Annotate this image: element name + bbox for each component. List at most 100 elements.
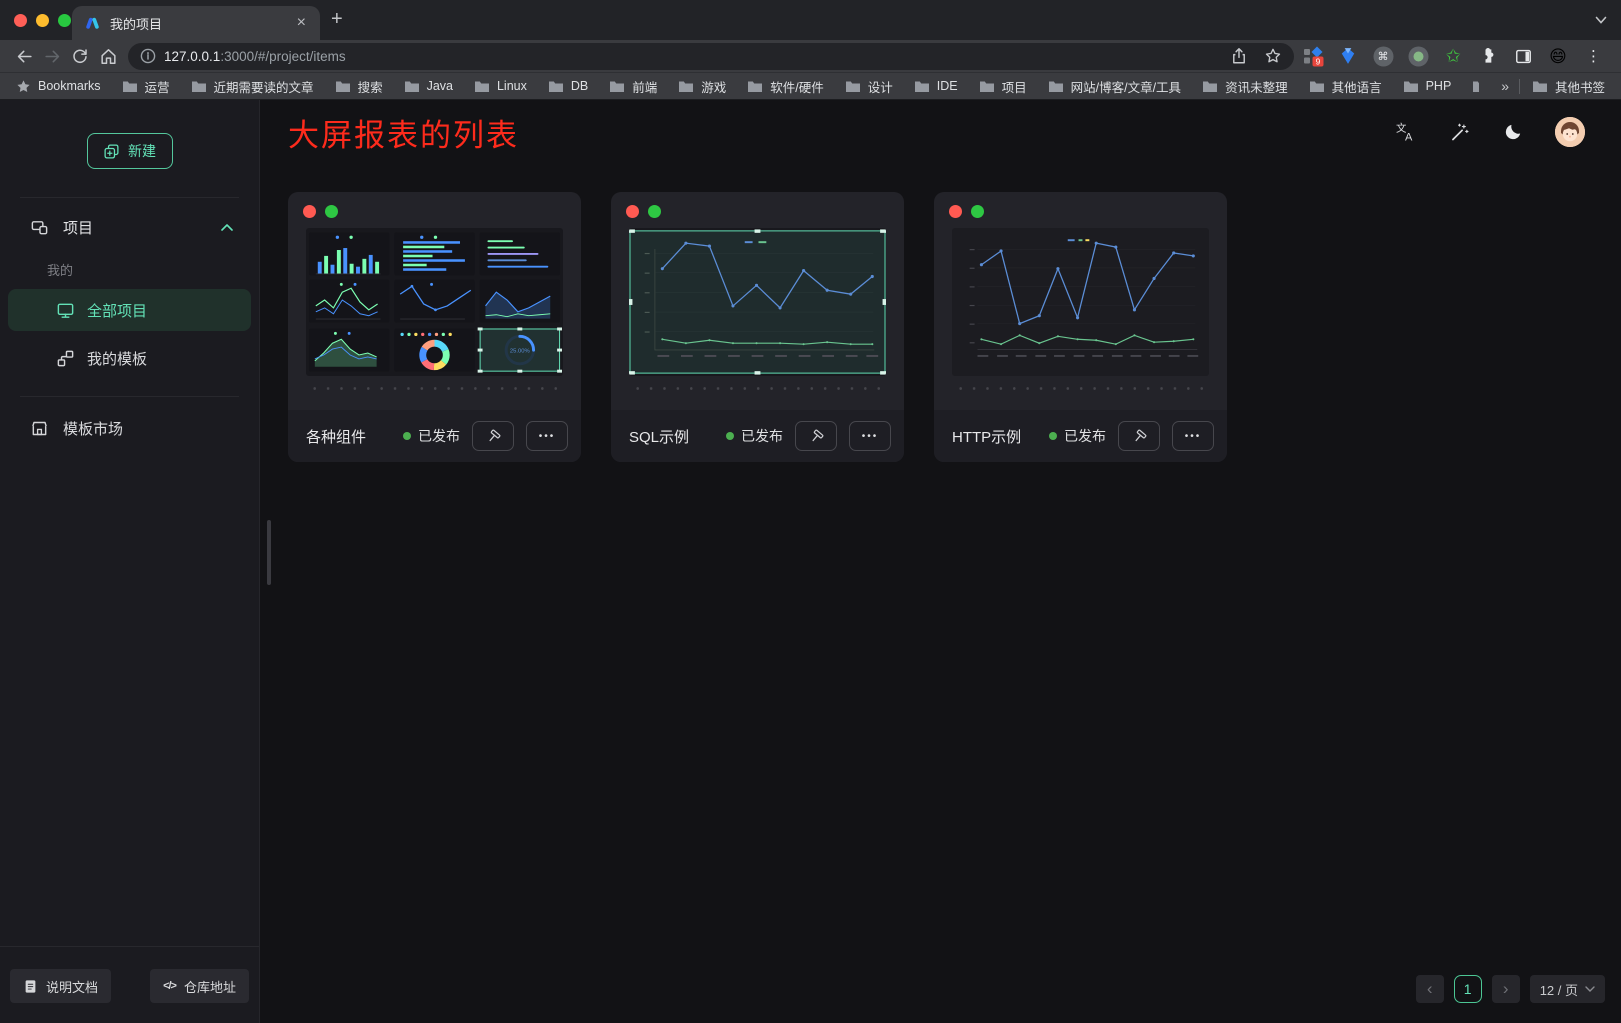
bookmark-folder[interactable]: IDE xyxy=(914,79,958,93)
project-preview-thumbnail[interactable] xyxy=(629,228,886,376)
folder-icon xyxy=(1309,80,1325,93)
folder-icon xyxy=(1472,80,1479,93)
prev-page-button[interactable]: ‹ xyxy=(1416,975,1444,1003)
edit-project-button[interactable] xyxy=(1118,421,1160,451)
more-actions-button[interactable]: ••• xyxy=(526,421,568,451)
more-actions-button[interactable]: ••• xyxy=(1172,421,1214,451)
docs-button[interactable]: 说明文档 xyxy=(10,969,111,1003)
bookmark-label: 项目 xyxy=(1002,77,1027,96)
bookmark-label: 网站/博客/文章/工具 xyxy=(1071,77,1181,96)
dark-mode-moon-button[interactable] xyxy=(1501,120,1525,144)
extension-record-icon[interactable] xyxy=(1407,45,1429,67)
bookmark-folder[interactable]: PHP xyxy=(1403,79,1452,93)
bookmark-folder[interactable]: 文件服务器 xyxy=(1472,77,1479,96)
sidebar-divider xyxy=(20,197,239,198)
forward-button[interactable] xyxy=(38,43,66,69)
green-dot xyxy=(648,205,661,218)
project-card[interactable]: HTTP示例 已发布 xyxy=(934,192,1227,462)
header-actions: 文 A xyxy=(1393,117,1585,147)
profile-avatar[interactable]: 😄 xyxy=(1547,45,1569,67)
bookmark-folder[interactable]: 搜索 xyxy=(335,77,383,96)
chevron-up-icon[interactable] xyxy=(221,224,233,231)
project-name: 各种组件 xyxy=(306,426,366,447)
bookmark-folder[interactable]: 运营 xyxy=(122,77,170,96)
bookmark-folder[interactable]: DB xyxy=(548,79,588,93)
bookmark-label: 前端 xyxy=(632,77,657,96)
language-switch-button[interactable]: 文 A xyxy=(1393,120,1417,144)
bookmark-label: 其他语言 xyxy=(1332,77,1382,96)
project-preview-thumbnail[interactable] xyxy=(952,228,1209,376)
folder-icon xyxy=(914,80,930,93)
more-actions-button[interactable]: ••• xyxy=(849,421,891,451)
extensions-puzzle-icon[interactable] xyxy=(1477,45,1499,67)
template-flow-icon xyxy=(56,349,75,368)
bookmark-folder[interactable]: Linux xyxy=(474,79,527,93)
side-panel-icon[interactable] xyxy=(1512,45,1534,67)
bookmark-label: 资讯未整理 xyxy=(1225,77,1288,96)
tab-strip: 我的项目 × + xyxy=(0,0,1621,40)
share-icon[interactable] xyxy=(1230,47,1248,65)
info-icon[interactable] xyxy=(140,48,156,64)
project-card[interactable]: 25.00% 各种组件 已发布 xyxy=(288,192,581,462)
green-dot xyxy=(971,205,984,218)
folder-icon xyxy=(845,80,861,93)
maximize-window-button[interactable] xyxy=(58,14,71,27)
status-label: 已发布 xyxy=(741,426,783,446)
repo-button[interactable]: </> 仓库地址 xyxy=(150,969,249,1003)
extension-grid-badge-icon[interactable]: 9 xyxy=(1302,45,1324,67)
tab-search-chevron-icon[interactable] xyxy=(1595,16,1607,24)
chevron-right-icon: › xyxy=(1503,979,1509,999)
bookmark-folder[interactable]: 游戏 xyxy=(678,77,726,96)
bookmarks-overflow-icon[interactable]: » xyxy=(1501,78,1509,94)
extension-green-star-icon[interactable]: ✩ xyxy=(1442,45,1464,67)
bookmarks-bar: Bookmarks 运营 近期需要读的文章 搜索 Java Linux DB 前… xyxy=(0,72,1621,100)
project-card[interactable]: SQL示例 已发布 xyxy=(611,192,904,462)
folder-icon xyxy=(747,80,763,93)
bookmark-folder[interactable]: 软件/硬件 xyxy=(747,77,823,96)
minimize-window-button[interactable] xyxy=(36,14,49,27)
new-tab-button[interactable]: + xyxy=(331,8,343,31)
edit-project-button[interactable] xyxy=(795,421,837,451)
browser-tab[interactable]: 我的项目 × xyxy=(72,6,320,40)
back-button[interactable] xyxy=(10,43,38,69)
bookmark-star-icon[interactable] xyxy=(1264,47,1282,65)
new-project-button[interactable]: 新建 xyxy=(87,133,173,169)
magic-wand-button[interactable] xyxy=(1447,120,1471,144)
gauge-value: 25.00% xyxy=(510,349,531,355)
sidebar-group-projects[interactable]: 项目 xyxy=(0,202,259,252)
hammer-icon xyxy=(485,428,502,445)
other-bookmarks[interactable]: 其他书签 xyxy=(1532,77,1605,96)
goview-logo-icon xyxy=(84,15,101,32)
next-page-button[interactable]: › xyxy=(1492,975,1520,1003)
bookmark-folder[interactable]: Java xyxy=(404,79,453,93)
address-bar[interactable]: 127.0.0.1:3000/#/project/items xyxy=(128,43,1294,70)
bookmark-folder[interactable]: 项目 xyxy=(979,77,1027,96)
close-window-button[interactable] xyxy=(14,14,27,27)
bookmark-folder[interactable]: 近期需要读的文章 xyxy=(191,77,314,96)
card-decor-dots xyxy=(288,192,581,218)
bookmark-folder[interactable]: 设计 xyxy=(845,77,893,96)
folder-icon xyxy=(1403,80,1419,93)
bookmark-folder[interactable]: 其他语言 xyxy=(1309,77,1382,96)
bookmark-folder[interactable]: 资讯未整理 xyxy=(1202,77,1288,96)
extension-gem-icon[interactable] xyxy=(1337,45,1359,67)
tab-close-icon[interactable]: × xyxy=(295,14,308,32)
edit-project-button[interactable] xyxy=(472,421,514,451)
sidebar-item-template-market[interactable]: 模板市场 xyxy=(0,405,259,451)
page-size-select[interactable]: 12 / 页 xyxy=(1530,975,1605,1003)
home-button[interactable] xyxy=(94,43,122,69)
vertical-scrollbar-thumb[interactable] xyxy=(267,520,271,585)
project-preview-thumbnail[interactable]: 25.00% xyxy=(306,228,563,376)
browser-menu-icon[interactable]: ⋮ xyxy=(1586,47,1601,65)
subsection-label: 我的 xyxy=(47,260,73,279)
sidebar-item-all-projects[interactable]: 全部项目 xyxy=(8,289,251,331)
current-page-button[interactable]: 1 xyxy=(1454,975,1482,1003)
translate-a-glyph: A xyxy=(1405,132,1413,144)
user-avatar[interactable] xyxy=(1555,117,1585,147)
bookmark-folder[interactable]: 前端 xyxy=(609,77,657,96)
extension-command-icon[interactable]: ⌘ xyxy=(1372,45,1394,67)
bookmark-folder[interactable]: 网站/博客/文章/工具 xyxy=(1048,77,1181,96)
sidebar-item-my-templates[interactable]: 我的模板 xyxy=(8,337,251,379)
bookmarks-root[interactable]: Bookmarks xyxy=(16,79,101,94)
reload-button[interactable] xyxy=(66,43,94,69)
